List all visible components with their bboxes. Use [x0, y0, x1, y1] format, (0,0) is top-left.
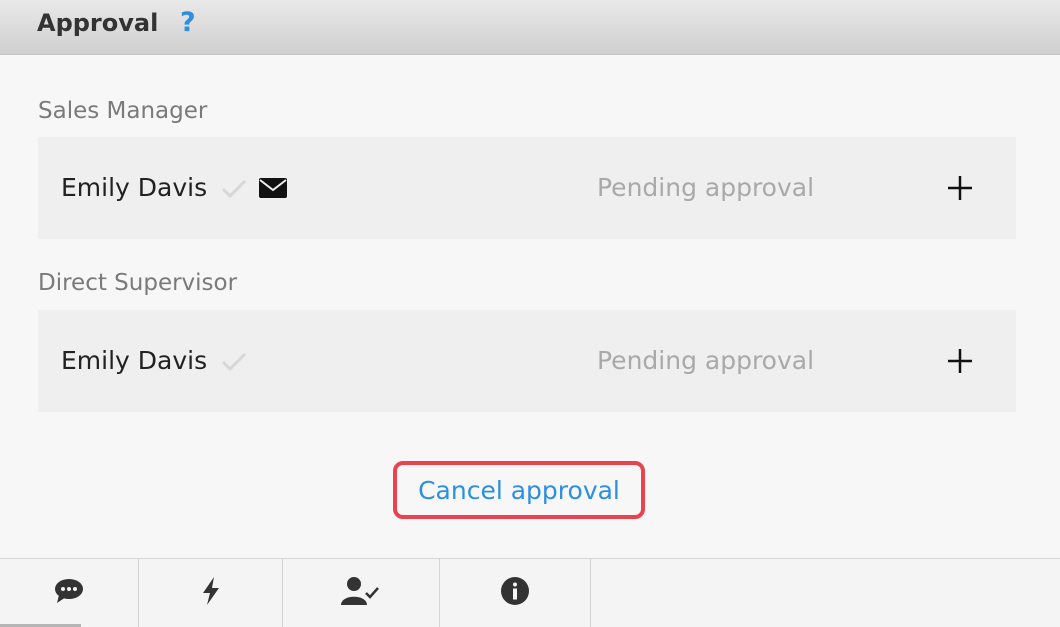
status-text: Pending approval	[597, 346, 815, 375]
approver-row-direct-supervisor: Emily Davis Pending approval	[38, 310, 1016, 412]
tab-actions[interactable]	[139, 559, 283, 627]
info-icon	[500, 576, 530, 610]
section-label-sales-manager: Sales Manager	[38, 98, 208, 124]
user-check-icon	[341, 576, 381, 610]
header-title: Approval	[37, 9, 159, 37]
tab-approvals[interactable]	[283, 559, 440, 627]
plus-icon[interactable]	[945, 173, 975, 203]
approver-name: Emily Davis	[61, 346, 208, 375]
plus-icon[interactable]	[945, 346, 975, 376]
approval-header: Approval ?	[0, 0, 1060, 55]
chat-bubble-icon	[54, 578, 84, 608]
help-icon[interactable]: ?	[180, 7, 196, 38]
check-icon	[220, 178, 248, 204]
section-label-direct-supervisor: Direct Supervisor	[38, 270, 238, 296]
tab-info[interactable]	[440, 559, 591, 627]
status-text: Pending approval	[597, 173, 815, 202]
mail-icon[interactable]	[259, 178, 287, 202]
tab-comments[interactable]	[0, 559, 139, 627]
lightning-icon	[200, 576, 222, 610]
approver-row-sales-manager: Emily Davis Pending approval	[38, 137, 1016, 239]
cancel-approval-label[interactable]: Cancel approval	[418, 476, 620, 505]
cancel-approval-button[interactable]: Cancel approval	[393, 461, 645, 519]
check-icon	[220, 351, 248, 377]
bottom-toolbar	[0, 558, 1060, 627]
approver-name: Emily Davis	[61, 173, 208, 202]
